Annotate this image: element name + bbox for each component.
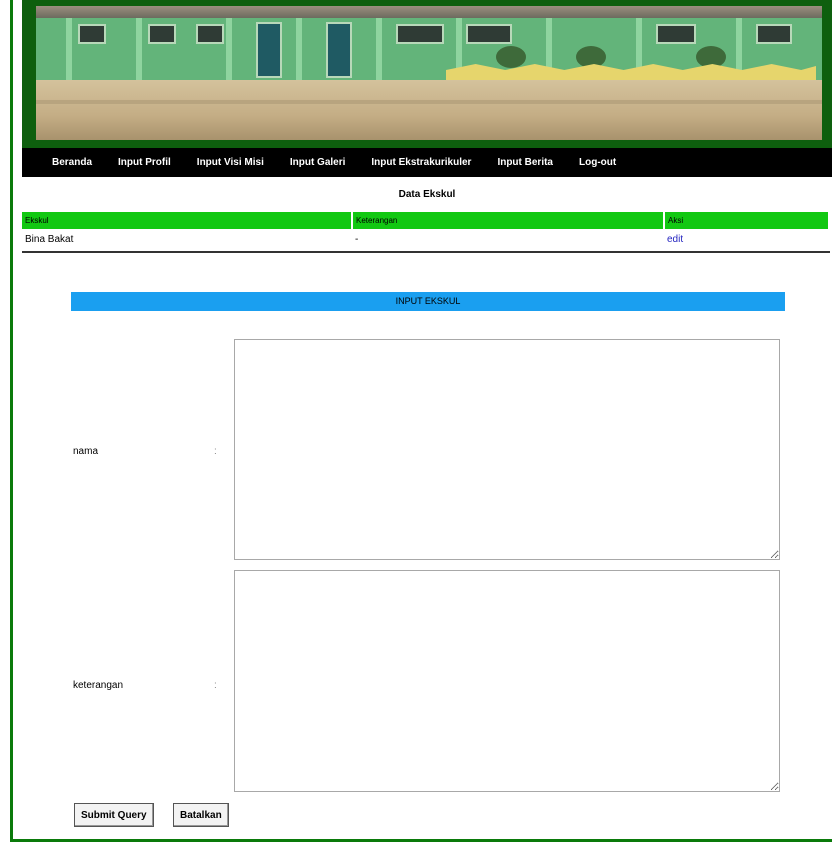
- form-header: INPUT EKSKUL: [71, 292, 785, 311]
- nama-label: nama: [73, 446, 99, 457]
- submit-button[interactable]: Submit Query: [74, 803, 154, 827]
- nav-input-visi-misi[interactable]: Input Visi Misi: [197, 157, 264, 168]
- nav-input-profil[interactable]: Input Profil: [118, 157, 171, 168]
- main-nav: Beranda Input Profil Input Visi Misi Inp…: [22, 148, 832, 177]
- table-divider: [22, 251, 830, 253]
- column-header-keterangan: Keterangan: [352, 212, 665, 229]
- edit-link[interactable]: edit: [667, 234, 683, 245]
- header-banner: [22, 0, 832, 148]
- school-building-photo: [36, 6, 822, 140]
- nav-input-ekstrakurikuler[interactable]: Input Ekstrakurikuler: [371, 157, 471, 168]
- column-header-ekskul: Ekskul: [22, 212, 353, 229]
- table-row: Bina Bakat - edit: [22, 229, 829, 249]
- nav-input-berita[interactable]: Input Berita: [497, 157, 553, 168]
- data-section-title: Data Ekskul: [398, 189, 456, 200]
- cancel-button[interactable]: Batalkan: [173, 803, 229, 827]
- nav-input-galeri[interactable]: Input Galeri: [290, 157, 346, 168]
- keterangan-colon: :: [214, 680, 217, 691]
- nama-colon: :: [214, 446, 217, 457]
- cell-keterangan: -: [355, 233, 359, 245]
- cell-aksi: edit: [664, 229, 829, 249]
- keterangan-textarea[interactable]: [234, 570, 780, 792]
- nav-logout[interactable]: Log-out: [579, 157, 616, 168]
- ekskul-table: Ekskul Keterangan Aksi Bina Bakat - edit: [22, 212, 830, 249]
- cell-nama: Bina Bakat: [25, 233, 74, 245]
- column-header-aksi: Aksi: [664, 212, 830, 229]
- keterangan-label: keterangan: [73, 680, 124, 691]
- nama-textarea[interactable]: [234, 339, 780, 560]
- nav-beranda[interactable]: Beranda: [52, 157, 92, 168]
